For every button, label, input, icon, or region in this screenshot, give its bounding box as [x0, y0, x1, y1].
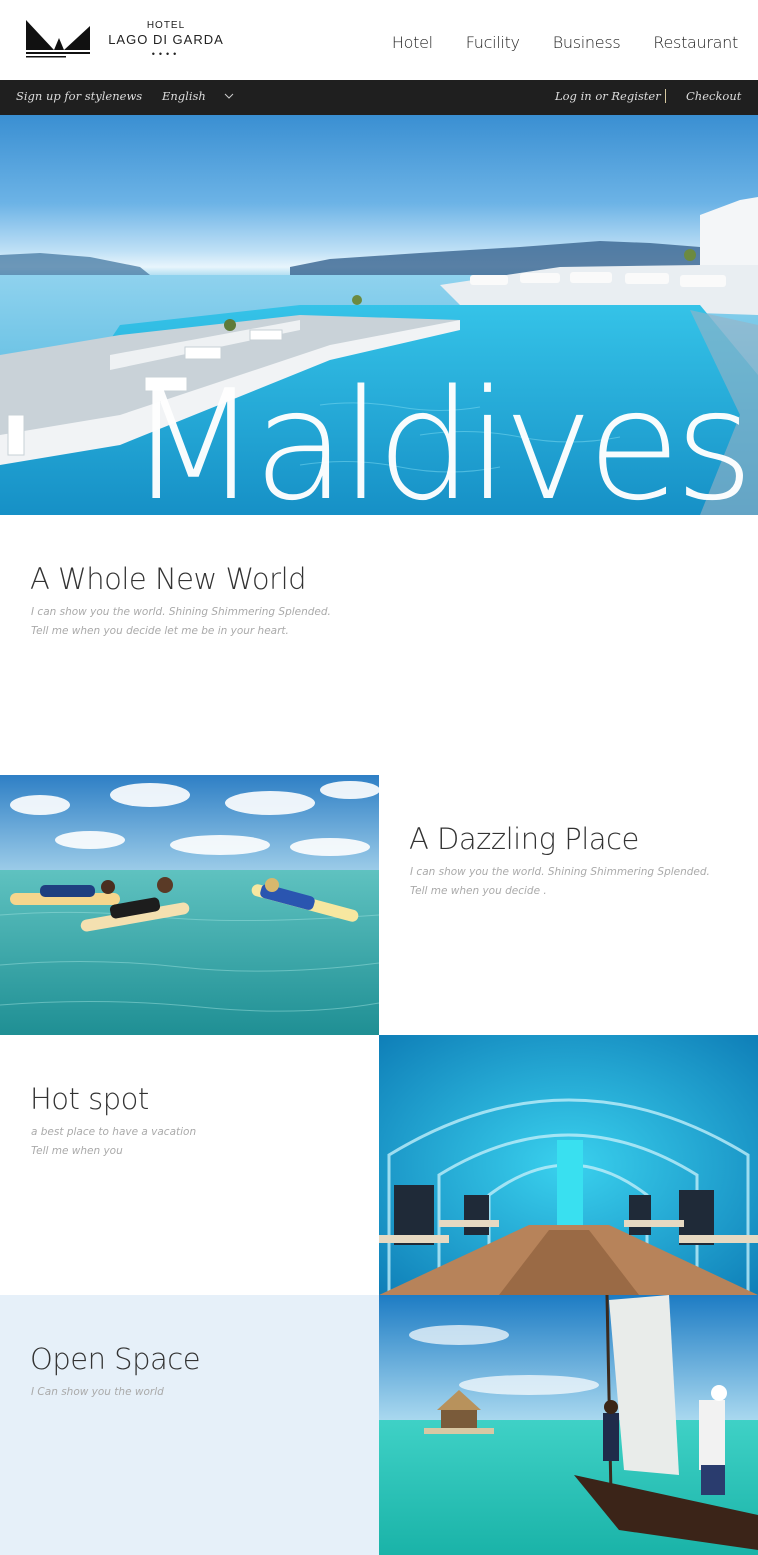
- utility-bar: Sign up for stylenews English Log in or …: [0, 80, 758, 115]
- section-line-1: a best place to have a vacation: [31, 1126, 197, 1138]
- logo-mark-icon: [26, 20, 90, 58]
- newsletter-signup-link[interactable]: Sign up for stylenews: [16, 89, 142, 103]
- language-selector[interactable]: English: [162, 89, 234, 103]
- intro-line-2: Tell me when you decide let me be in you…: [31, 625, 289, 637]
- logo-stars: ••••: [151, 49, 181, 59]
- intro-subtitle: I can show you the world. Shining Shimme…: [31, 603, 331, 641]
- section-subtitle: I Can show you the world: [31, 1383, 164, 1402]
- section-subtitle: I can show you the world. Shining Shimme…: [410, 863, 710, 901]
- logo-text: HOTEL LAGO DI GARDA ••••: [106, 20, 226, 60]
- feature-row-3: Open Space I Can show you the world: [0, 1295, 758, 1555]
- underwater-restaurant-image: [379, 1035, 758, 1295]
- intro-title: A Whole New World: [30, 562, 307, 596]
- nav-item-restaurant[interactable]: Restaurant: [653, 33, 738, 52]
- hero-title: Maldives: [128, 357, 754, 516]
- section-title: Hot spot: [30, 1082, 149, 1116]
- section-subtitle: a best place to have a vacation Tell me …: [31, 1123, 196, 1161]
- nav-item-facility[interactable]: Fucility: [466, 33, 520, 52]
- feature-row-1: A Dazzling Place I can show you the worl…: [0, 775, 758, 1035]
- nav-item-business[interactable]: Business: [553, 33, 621, 52]
- feature-row-2: Hot spot a best place to have a vacation…: [0, 1035, 758, 1295]
- swimmers-image: [0, 775, 379, 1035]
- checkout-link[interactable]: Checkout: [686, 89, 741, 103]
- section-line-2: Tell me when you decide .: [410, 885, 547, 897]
- login-register-link[interactable]: Log in or Register: [555, 89, 661, 103]
- sailboat-image: [379, 1295, 758, 1555]
- intro-section: A Whole New World I can show you the wor…: [0, 515, 758, 775]
- section-title: A Dazzling Place: [409, 822, 639, 856]
- logo-hotel-label: HOTEL: [146, 20, 186, 31]
- main-nav: Hotel Fucility Business Restaurant: [392, 33, 738, 52]
- nav-item-hotel[interactable]: Hotel: [392, 33, 433, 52]
- site-header: HOTEL LAGO DI GARDA •••• Hotel Fucility …: [0, 0, 758, 80]
- hero-banner: Maldives: [0, 115, 758, 515]
- language-label: English: [162, 89, 206, 103]
- chevron-down-icon: [224, 93, 234, 99]
- section-line-2: Tell me when you: [31, 1145, 123, 1157]
- logo-name-label: LAGO DI GARDA: [108, 32, 224, 47]
- hot-spot-panel: Hot spot a best place to have a vacation…: [0, 1035, 379, 1295]
- open-space-panel: Open Space I Can show you the world: [0, 1295, 379, 1555]
- divider: [665, 89, 666, 103]
- intro-line-1: I can show you the world. Shining Shimme…: [31, 606, 331, 618]
- hotel-logo[interactable]: HOTEL LAGO DI GARDA ••••: [24, 18, 224, 62]
- section-line-1: I can show you the world. Shining Shimme…: [410, 866, 710, 878]
- section-title: Open Space: [30, 1342, 201, 1376]
- dazzling-place-panel: A Dazzling Place I can show you the worl…: [379, 775, 758, 1035]
- section-line-1: I Can show you the world: [31, 1386, 164, 1398]
